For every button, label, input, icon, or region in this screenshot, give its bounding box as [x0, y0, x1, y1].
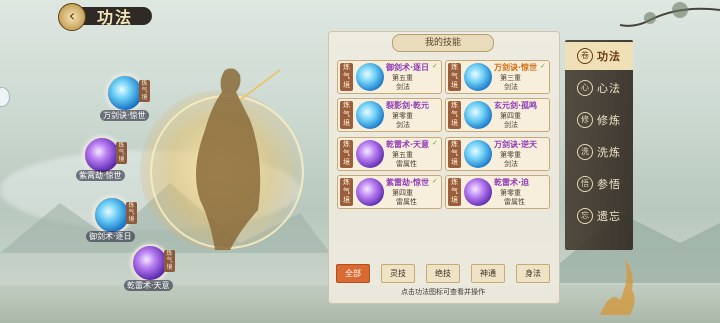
meditation-icon: 修 — [577, 112, 593, 128]
panel-title: 我的技能 — [392, 34, 494, 52]
equipped-check-icon: ✓ — [432, 177, 438, 185]
skill-card[interactable]: 炼气境 玄元剑·孤鸣 第四重 剑法 — [445, 98, 550, 132]
realm-tag: 炼气境 — [139, 80, 150, 102]
skill-icon[interactable] — [464, 101, 492, 129]
side-drawer-handle[interactable] — [0, 87, 10, 107]
skill-attribute: 雷属性 — [396, 198, 417, 206]
skill-node-label: 御剑术·逐日 — [86, 231, 135, 242]
page-title: 功法 — [97, 8, 134, 27]
realm-tag: 炼气境 — [340, 101, 353, 129]
skill-icon[interactable] — [464, 140, 492, 168]
refine-icon: 洗 — [577, 144, 593, 160]
realm-tag: 炼气境 — [340, 63, 353, 91]
skill-node-label: 乾雷术·天意 — [124, 280, 173, 291]
filter-shenfa[interactable]: 身法 — [516, 264, 550, 283]
skill-attribute: 剑法 — [504, 83, 518, 91]
menu-label: 修炼 — [597, 114, 621, 127]
skill-card[interactable]: 炼气境 乾雷术·天意 第五重 雷属性 ✓ — [337, 137, 442, 171]
menu-item-3[interactable]: 洗洗炼 — [565, 138, 633, 166]
skill-card[interactable]: 炼气境 裂影剑·乾元 第零重 剑法 — [337, 98, 442, 132]
back-arrow-icon: ‹ — [68, 6, 76, 25]
menu-item-0[interactable]: 卷功法 — [565, 42, 633, 70]
menu-label: 洗炼 — [597, 146, 621, 159]
menu-label: 参悟 — [597, 178, 621, 191]
skill-icon[interactable] — [464, 178, 492, 206]
realm-tag: 炼气境 — [340, 140, 353, 168]
realm-tag: 炼气境 — [448, 140, 461, 168]
back-button[interactable]: ‹ — [58, 3, 86, 31]
menu-label: 心法 — [597, 82, 621, 95]
skill-name: 万剑诀·惊世 — [494, 63, 538, 72]
skill-icon[interactable] — [356, 178, 384, 206]
heart-method-icon: 心 — [577, 80, 593, 96]
hint-text: 点击功法图标可查看并操作 — [401, 288, 485, 296]
scroll-icon: 卷 — [577, 48, 593, 64]
skill-card[interactable]: 炼气境 乾雷术·迫 第零重 雷属性 — [445, 175, 550, 209]
skill-name: 乾雷术·迫 — [494, 178, 530, 187]
menu-item-5[interactable]: 忘遗忘 — [565, 202, 633, 230]
skill-attribute: 雷属性 — [396, 160, 417, 168]
insight-icon: 悟 — [577, 176, 593, 192]
skill-card[interactable]: 炼气境 万剑诀·逆天 第零重 剑法 — [445, 137, 550, 171]
skill-name: 御剑术·逐日 — [386, 63, 430, 72]
filter-jueji[interactable]: 绝技 — [426, 264, 460, 283]
tree-branch-decoration — [619, 2, 720, 27]
skill-node-label: 万剑诀·惊世 — [100, 110, 149, 121]
menu-item-4[interactable]: 悟参悟 — [565, 170, 633, 198]
hero-character — [196, 68, 281, 250]
skill-name: 裂影剑·乾元 — [386, 101, 430, 110]
skill-name: 玄元剑·孤鸣 — [494, 101, 538, 110]
realm-tag: 炼气境 — [340, 178, 353, 206]
skill-attribute: 剑法 — [504, 121, 518, 129]
menu-label: 功法 — [597, 50, 621, 63]
filter-all[interactable]: 全部 — [336, 264, 370, 283]
realm-tag: 炼气境 — [116, 142, 127, 164]
skill-icon[interactable] — [356, 140, 384, 168]
realm-tag: 炼气境 — [448, 178, 461, 206]
skill-attribute: 雷属性 — [504, 198, 525, 206]
skill-name: 紫雷劫·惊世 — [386, 178, 430, 187]
filter-shentong[interactable]: 神通 — [471, 264, 505, 283]
realm-tag: 炼气境 — [448, 63, 461, 91]
filter-lingji[interactable]: 灵技 — [381, 264, 415, 283]
skill-icon[interactable] — [356, 63, 384, 91]
equipped-check-icon: ✓ — [540, 62, 546, 70]
skill-node-label: 紫霄劫·惊世 — [76, 170, 125, 181]
menu-label: 遗忘 — [597, 210, 621, 223]
menu-item-1[interactable]: 心心法 — [565, 74, 633, 102]
skill-card[interactable]: 炼气境 万剑诀·惊世 第三重 剑法 ✓ — [445, 60, 550, 94]
realm-tag: 炼气境 — [448, 101, 461, 129]
equipped-check-icon: ✓ — [432, 139, 438, 147]
skill-icon[interactable] — [464, 63, 492, 91]
skill-attribute: 剑法 — [504, 160, 518, 168]
menu-item-2[interactable]: 修修炼 — [565, 106, 633, 134]
skill-name: 万剑诀·逆天 — [494, 140, 538, 149]
skill-card[interactable]: 炼气境 御剑术·逐日 第五重 剑法 ✓ — [337, 60, 442, 94]
deer-decoration — [600, 260, 635, 315]
realm-tag: 炼气境 — [126, 202, 137, 224]
skill-attribute: 剑法 — [396, 121, 410, 129]
realm-tag: 炼气境 — [164, 250, 175, 272]
skill-icon[interactable] — [356, 101, 384, 129]
skill-card[interactable]: 炼气境 紫雷劫·惊世 第四重 雷属性 ✓ — [337, 175, 442, 209]
forget-icon: 忘 — [577, 208, 593, 224]
skill-name: 乾雷术·天意 — [386, 140, 430, 149]
skill-attribute: 剑法 — [396, 83, 410, 91]
equipped-check-icon: ✓ — [432, 62, 438, 70]
